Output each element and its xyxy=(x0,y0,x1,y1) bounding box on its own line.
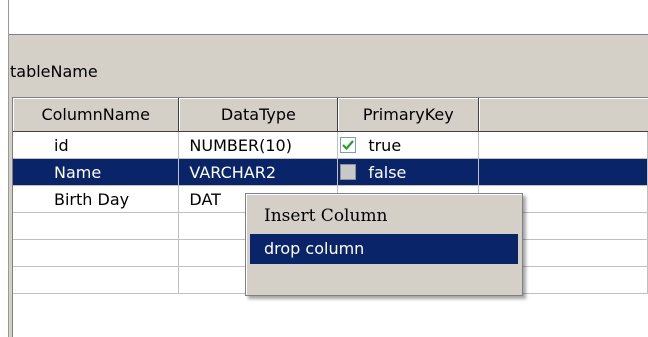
divider xyxy=(8,34,648,35)
column-header-datatype[interactable]: DataType xyxy=(178,98,339,132)
left-gutter xyxy=(0,0,8,337)
cell-empty xyxy=(478,131,648,159)
column-header-primarykey[interactable]: PrimaryKey xyxy=(337,98,480,132)
cell-column-name[interactable]: Name xyxy=(13,158,180,186)
checkbox-unchecked-icon[interactable] xyxy=(340,163,357,180)
cell-column-name[interactable]: Birth Day xyxy=(13,185,180,213)
cell-column-name[interactable] xyxy=(13,239,180,267)
cell-column-name[interactable] xyxy=(13,212,180,240)
column-header-columnname[interactable]: ColumnName xyxy=(13,98,180,132)
column-header-filler xyxy=(478,98,648,132)
cell-empty xyxy=(478,158,648,186)
primary-key-value: true xyxy=(368,136,402,155)
table-row[interactable]: Name VARCHAR2 false xyxy=(13,158,648,186)
cell-primary-key[interactable]: true xyxy=(337,131,480,159)
checkbox-checked-icon[interactable] xyxy=(340,136,357,153)
splitter[interactable] xyxy=(8,0,9,337)
menu-item-drop-column[interactable]: drop column xyxy=(250,234,518,264)
table-row[interactable]: id NUMBER(10) true xyxy=(13,131,648,159)
table-name-label: tableName xyxy=(10,62,98,81)
cell-column-name[interactable] xyxy=(13,266,180,294)
cell-data-type[interactable]: VARCHAR2 xyxy=(178,158,339,186)
toolbar-area xyxy=(0,0,648,34)
cell-primary-key[interactable]: false xyxy=(337,158,480,186)
cell-data-type[interactable]: NUMBER(10) xyxy=(178,131,339,159)
primary-key-value: false xyxy=(368,163,407,182)
menu-item-insert-column[interactable]: Insert Column xyxy=(250,201,518,231)
cell-column-name[interactable]: id xyxy=(13,131,180,159)
context-menu: Insert Column drop column xyxy=(245,193,523,296)
